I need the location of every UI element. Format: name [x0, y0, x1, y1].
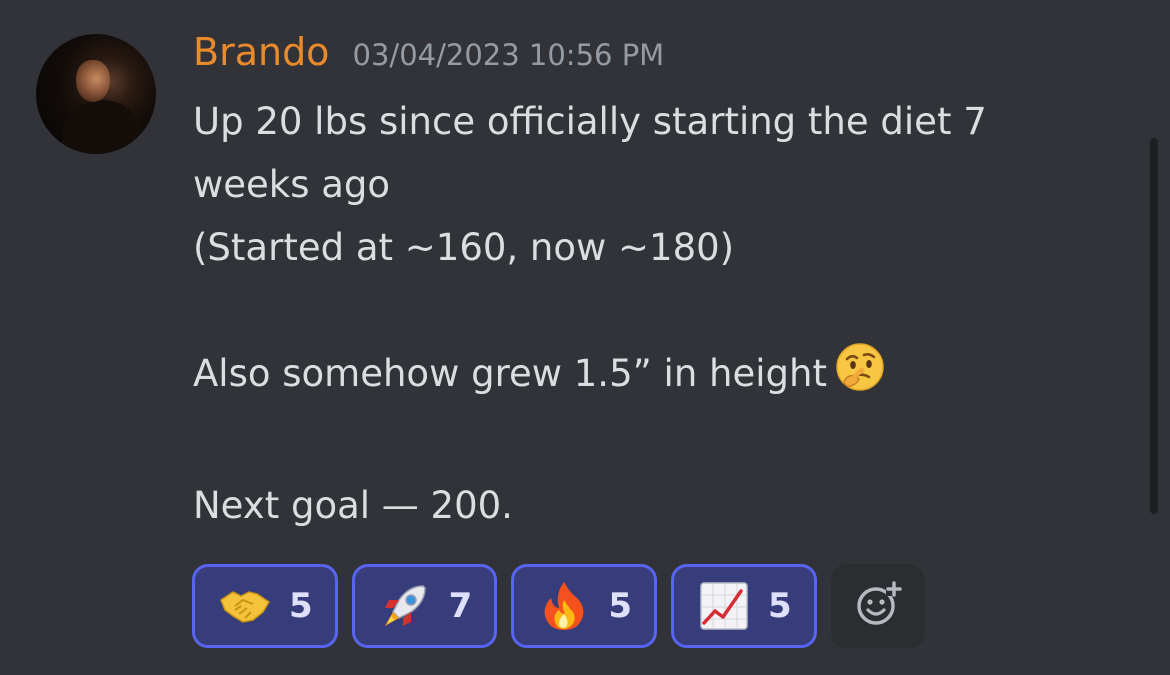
thinking-face-icon	[835, 342, 885, 411]
message-line-with-emoji: Also somehow grew 1.5” in height	[193, 342, 1113, 411]
reaction-fire[interactable]: 5	[511, 564, 658, 648]
avatar-body	[62, 100, 142, 154]
message-line: Up 20 lbs since officially starting the …	[193, 100, 987, 143]
reaction-chart-increasing[interactable]: 5	[671, 564, 817, 648]
fire-icon	[538, 580, 590, 632]
add-reaction-icon	[854, 580, 902, 632]
handshake-icon	[219, 580, 271, 632]
message-header: Brando 03/04/2023 10:56 PM	[193, 30, 664, 74]
message-line: Also somehow grew 1.5” in height	[193, 352, 827, 395]
add-reaction-button[interactable]	[830, 564, 925, 648]
avatar-face	[76, 60, 110, 102]
message-line: (Started at ~160, now ~180)	[193, 226, 735, 269]
scrollbar[interactable]	[1150, 138, 1158, 514]
username[interactable]: Brando	[193, 30, 329, 74]
message-content: Up 20 lbs since officially starting the …	[193, 90, 1113, 537]
reaction-count: 5	[768, 586, 792, 626]
reaction-handshake[interactable]: 5	[192, 564, 338, 648]
rocket-icon	[379, 580, 431, 632]
message-line: weeks ago	[193, 163, 391, 206]
chat-message: Brando 03/04/2023 10:56 PM Up 20 lbs sin…	[0, 0, 1150, 675]
message-timestamp[interactable]: 03/04/2023 10:56 PM	[353, 38, 665, 72]
message-line: Next goal — 200.	[193, 484, 513, 527]
reaction-count: 5	[289, 586, 313, 626]
reaction-rocket[interactable]: 7	[351, 564, 498, 648]
reaction-count: 7	[448, 586, 473, 626]
reactions-bar: 5 7 5 5	[192, 564, 925, 648]
reaction-count: 5	[608, 586, 633, 626]
user-avatar[interactable]	[36, 34, 156, 154]
chart-increasing-icon	[698, 580, 750, 632]
